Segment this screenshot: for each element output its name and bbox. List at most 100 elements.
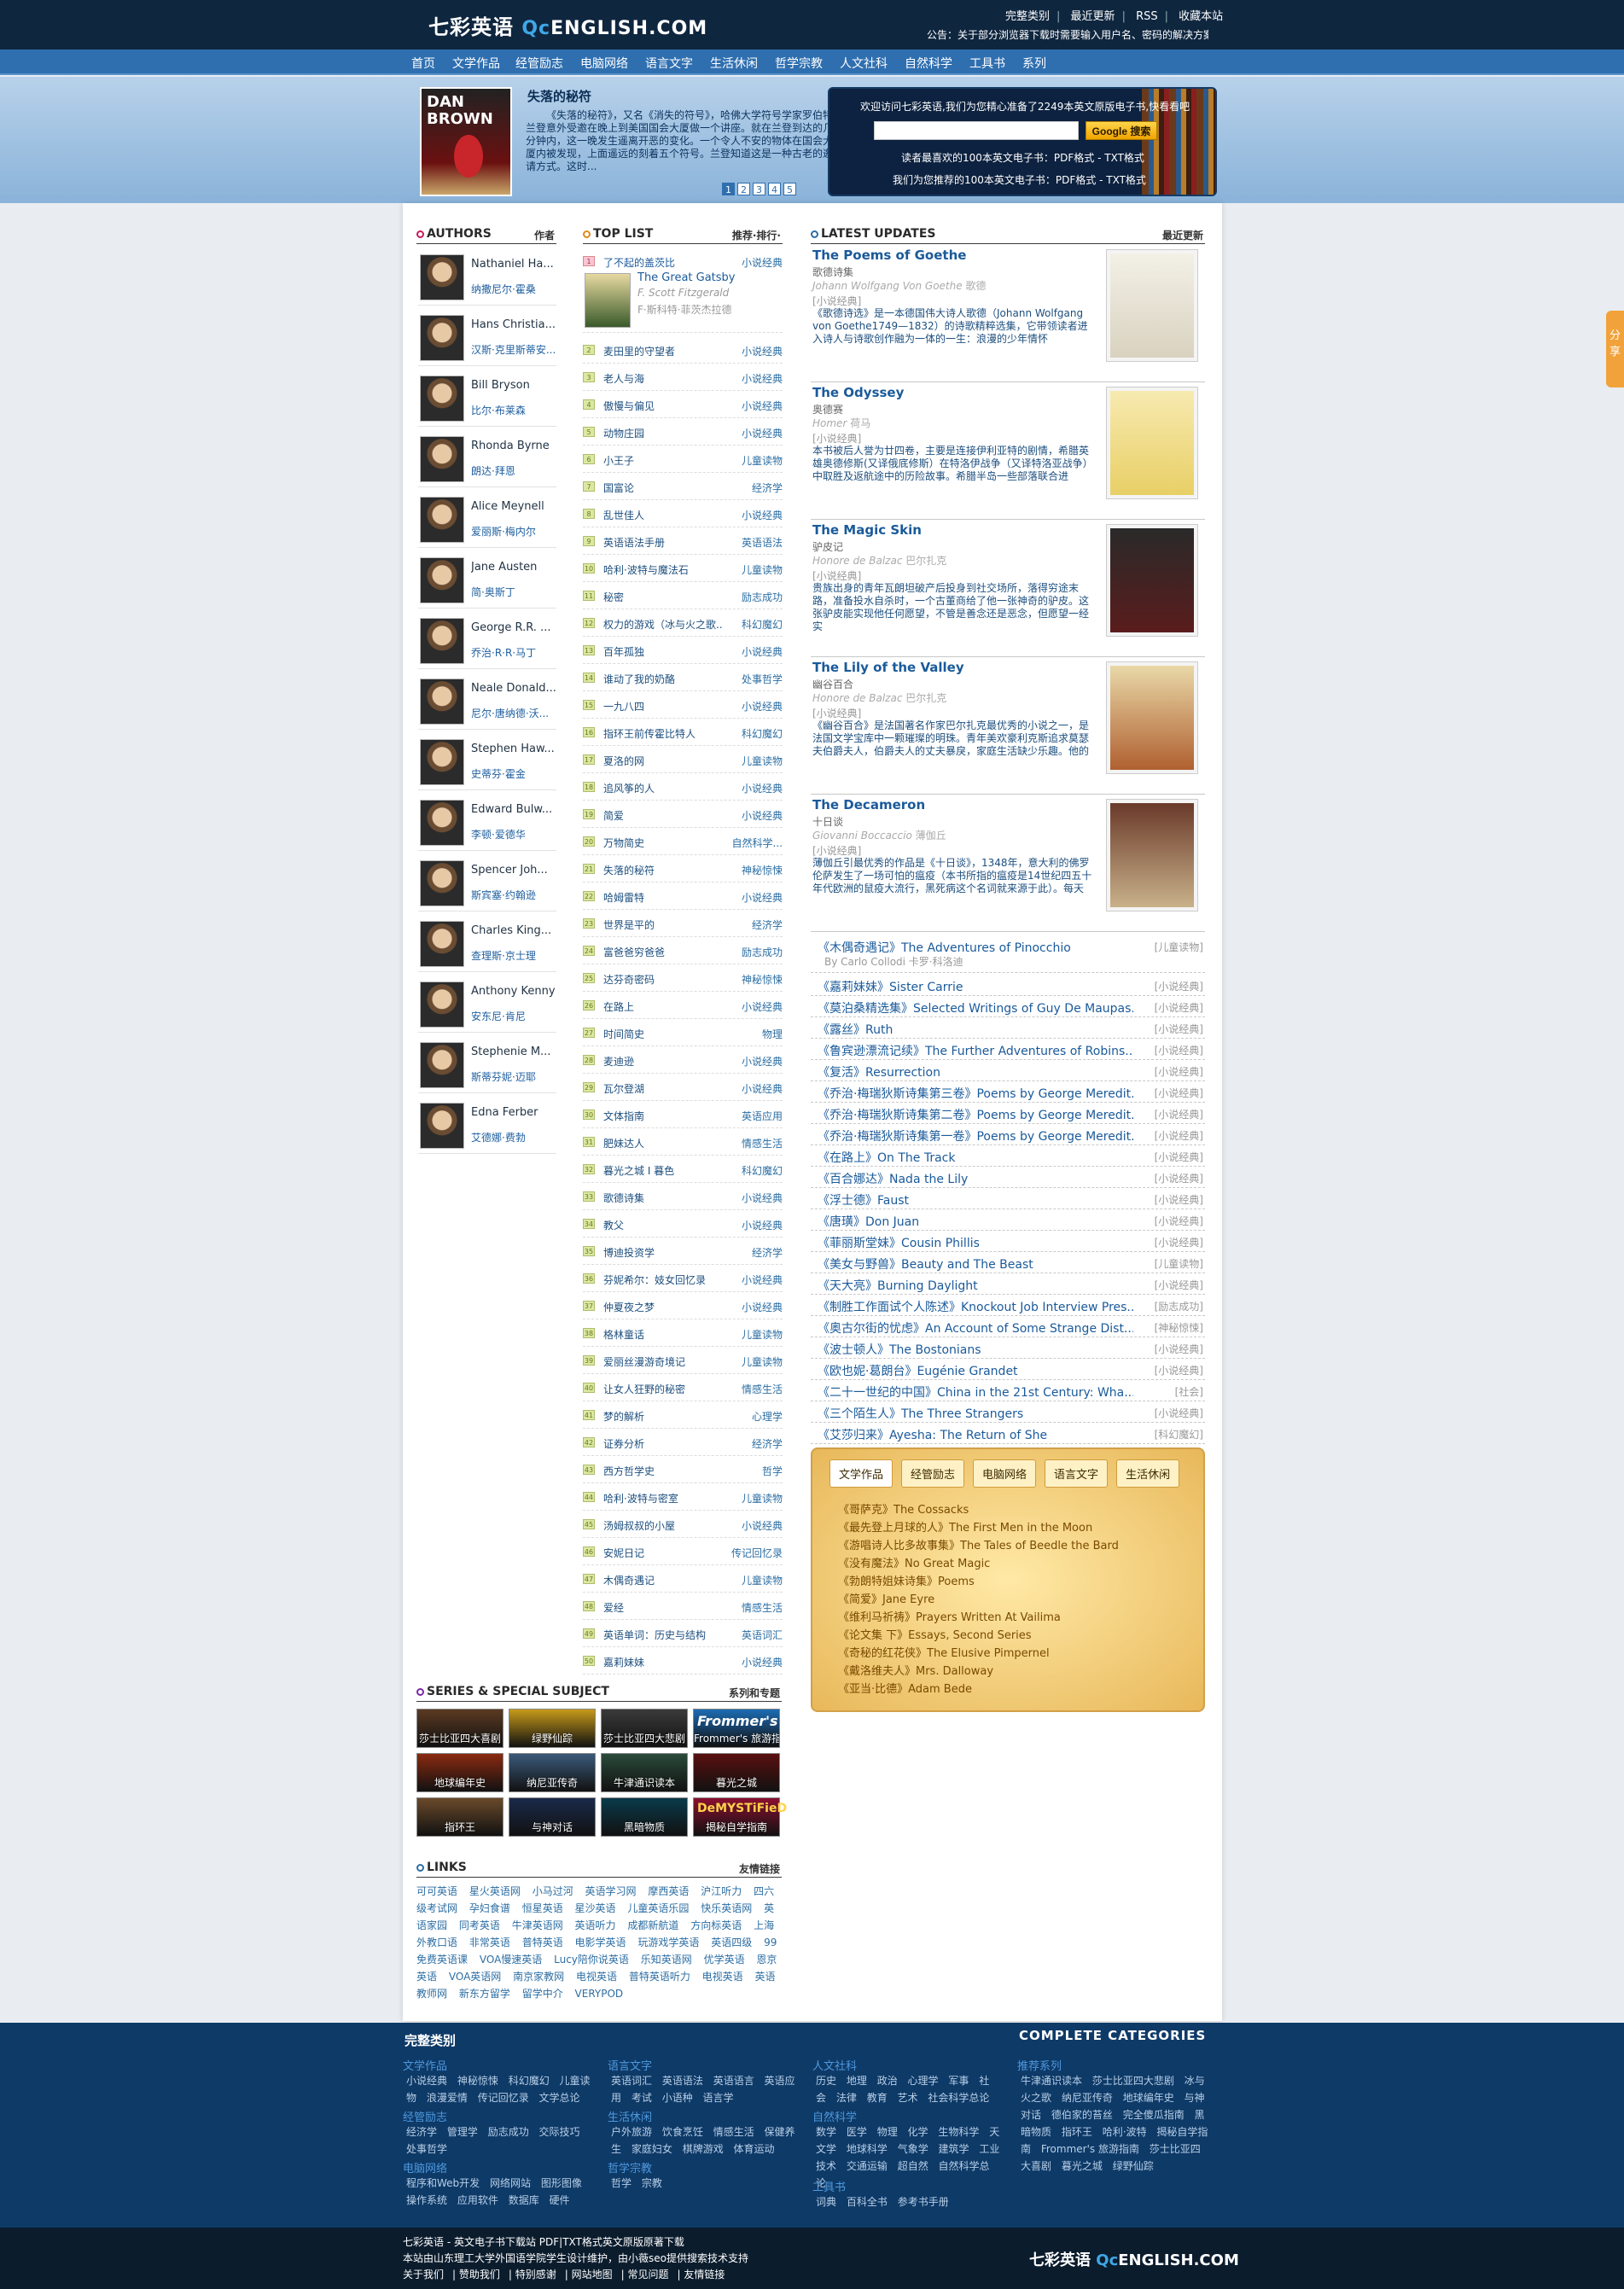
author-name-cn[interactable]: 史蒂芬·霍金: [471, 766, 556, 781]
toplist-item-name[interactable]: 哈姆雷特: [603, 890, 723, 905]
category-tab[interactable]: 语言文字: [1045, 1459, 1109, 1488]
footer-category-link[interactable]: 励志成功: [488, 2126, 529, 2138]
author-name-en[interactable]: Jane Austen: [471, 561, 556, 574]
footer-category-link[interactable]: 纳尼亚传奇: [1062, 2092, 1113, 2104]
author-photo[interactable]: [420, 921, 464, 967]
toplist-item[interactable]: 28 麦迪逊 小说经典: [583, 1046, 783, 1074]
latest-list-item[interactable]: 《浮士德》Faust [小说经典]: [811, 1188, 1205, 1209]
toplist-item[interactable]: 32 暮光之城 I 暮色 科幻魔幻: [583, 1156, 783, 1183]
nav-philosophy[interactable]: 哲学宗教: [775, 55, 823, 72]
toplist-item[interactable]: 37 仲夏夜之梦 小说经典: [583, 1292, 783, 1319]
series-tile[interactable]: 暮光之城: [693, 1753, 780, 1792]
toplist-item-cat[interactable]: 儿童读物: [742, 562, 783, 577]
toplist-item-name[interactable]: 小王子: [603, 453, 723, 468]
author-name-cn[interactable]: 斯蒂芬妮·迈耶: [471, 1069, 556, 1084]
author-item[interactable]: Stephenie M... 斯蒂芬妮·迈耶: [418, 1035, 556, 1093]
toplist-item-cat[interactable]: 励志成功: [742, 590, 783, 604]
friend-link[interactable]: 电视英语: [576, 1971, 617, 1983]
latest-cover[interactable]: [1106, 387, 1198, 499]
friend-link[interactable]: 同考英语: [459, 1919, 500, 1931]
category-book-link[interactable]: 《最先登上月球的人》The First Men in the Moon: [838, 1518, 1092, 1535]
author-photo[interactable]: [420, 315, 464, 361]
category-book-link[interactable]: 《论文集 下》Essays, Second Series: [838, 1626, 1032, 1642]
footer-category-link[interactable]: 浪漫爱情: [427, 2092, 468, 2104]
toplist-item-name[interactable]: 在路上: [603, 999, 723, 1014]
author-name-cn[interactable]: 尼尔·唐纳德·沃...: [471, 706, 556, 720]
category-book-link[interactable]: 《维利马祈祷》Prayers Written At Vailima: [838, 1608, 1061, 1624]
toplist-item-name[interactable]: 格林童话: [603, 1327, 723, 1342]
latest-list-item[interactable]: 《复活》Resurrection [小说经典]: [811, 1060, 1205, 1081]
toplist-item[interactable]: 36 芬妮希尔：妓女回忆录 小说经典: [583, 1265, 783, 1292]
toplist-item-name[interactable]: 英语语法手册: [603, 535, 723, 550]
footer-category-link[interactable]: 百科全书: [847, 2196, 888, 2208]
author-item[interactable]: Nathaniel Ha... 纳撒尼尔·霍桑: [418, 248, 556, 306]
toplist-item[interactable]: 46 安妮日记 传记回忆录: [583, 1538, 783, 1565]
footer-category-link[interactable]: 小语种: [662, 2092, 693, 2104]
toplist-item-cat[interactable]: 小说经典: [742, 508, 783, 522]
latest-item-cat[interactable]: [小说经典]: [1155, 1000, 1203, 1015]
toplist-item-cat[interactable]: 物理: [762, 1027, 783, 1041]
pager-5[interactable]: 5: [783, 183, 796, 195]
nav-literature[interactable]: 文学作品: [452, 55, 500, 72]
author-photo[interactable]: [420, 436, 464, 482]
toplist-item[interactable]: 24 富爸爸穷爸爸 励志成功: [583, 937, 783, 964]
toplist-item-name[interactable]: 动物庄园: [603, 426, 723, 440]
toplist-item-name[interactable]: 麦迪逊: [603, 1054, 723, 1069]
latest-item-title[interactable]: 《美女与野兽》Beauty and The Beast: [818, 1255, 1133, 1273]
toplist-item-name[interactable]: 安妮日记: [603, 1546, 723, 1560]
latest-item-title[interactable]: 《鲁宾逊漂流记续》The Further Adventures of Robin…: [818, 1042, 1133, 1059]
toplist-item-name[interactable]: 简爱: [603, 808, 723, 823]
toplist-item[interactable]: 39 爱丽丝漫游奇境记 儿童读物: [583, 1347, 783, 1374]
footer-category-link[interactable]: 哈利·波特: [1103, 2126, 1147, 2138]
latest-list-item[interactable]: 《嘉莉妹妹》Sister Carrie [小说经典]: [811, 975, 1205, 996]
footer-category-link[interactable]: 英语词汇: [611, 2075, 652, 2087]
friend-link[interactable]: 恒星英语: [522, 1902, 563, 1914]
author-name-cn[interactable]: 纳撒尼尔·霍桑: [471, 282, 556, 296]
footer-category-link[interactable]: 数据库: [509, 2194, 539, 2206]
footer-category-head[interactable]: 工具书: [812, 2178, 846, 2194]
latest-item-title[interactable]: 《嘉莉妹妹》Sister Carrie: [818, 978, 1133, 995]
toplist-item-name[interactable]: 麦田里的守望者: [603, 344, 723, 358]
category-book-link[interactable]: 《亚当·比德》Adam Bede: [838, 1680, 972, 1696]
toplist-item-cat[interactable]: 情感生活: [742, 1600, 783, 1615]
toplist-item-name[interactable]: 爱经: [603, 1600, 723, 1615]
latest-list-item[interactable]: 《三个陌生人》The Three Strangers [小说经典]: [811, 1401, 1205, 1423]
toplist-item-cat[interactable]: 经济学: [752, 917, 783, 932]
pager-4[interactable]: 4: [768, 183, 781, 195]
toplist-item[interactable]: 49 英语单词：历史与结构 英语词汇: [583, 1620, 783, 1647]
toplist-item-cat[interactable]: 科幻魔幻: [742, 617, 783, 632]
latest-cat[interactable]: [小说经典]: [812, 843, 861, 858]
footer-category-link[interactable]: 交通运输: [847, 2160, 888, 2172]
toplist-item[interactable]: 19 简爱 小说经典: [583, 801, 783, 828]
category-book-link[interactable]: 《没有魔法》No Great Magic: [838, 1554, 990, 1570]
latest-list-item[interactable]: 《木偶奇遇记》The Adventures of Pinocchio [儿童读物…: [811, 935, 1205, 973]
toplist-item-name[interactable]: 时间简史: [603, 1027, 723, 1041]
category-book-link[interactable]: 《游唱诗人比多故事集》The Tales of Beedle the Bard: [838, 1536, 1119, 1552]
toplist-item-cat[interactable]: 小说经典: [742, 644, 783, 659]
footer-category-link[interactable]: 英语语法: [662, 2075, 703, 2087]
toplist-item-name[interactable]: 瓦尔登湖: [603, 1081, 723, 1096]
toplist-item-name[interactable]: 证券分析: [603, 1436, 723, 1451]
toplist-item[interactable]: 45 汤姆叔叔的小屋 小说经典: [583, 1511, 783, 1538]
toplist-item-name[interactable]: 歌德诗集: [603, 1191, 723, 1205]
author-photo[interactable]: [420, 497, 464, 543]
latest-item-cat[interactable]: [小说经典]: [1155, 979, 1203, 993]
friend-link[interactable]: 非常英语: [469, 1937, 510, 1948]
author-photo[interactable]: [420, 557, 464, 603]
toplist-item[interactable]: 22 哈姆雷特 小说经典: [583, 882, 783, 910]
latest-item-title[interactable]: 《复活》Resurrection: [818, 1063, 1133, 1080]
footer-category-link[interactable]: 历史: [816, 2075, 836, 2087]
footer-category-link[interactable]: 神秘惊悚: [457, 2075, 498, 2087]
footer-category-link[interactable]: 应用软件: [457, 2194, 498, 2206]
friend-link[interactable]: 新东方留学: [459, 1988, 510, 2000]
latest-cat[interactable]: [小说经典]: [812, 706, 861, 720]
series-tile[interactable]: 与神对话: [509, 1797, 596, 1837]
toplist-first-cat[interactable]: 小说经典: [742, 255, 783, 270]
latest-item-title[interactable]: 《欧也妮·葛朗台》Eugénie Grandet: [818, 1362, 1133, 1379]
toplist-item[interactable]: 7 国富论 经济学: [583, 473, 783, 500]
latest-item-title[interactable]: 《菲丽斯堂妹》Cousin Phillis: [818, 1234, 1133, 1251]
author-item[interactable]: Rhonda Byrne 朗达·拜恩: [418, 429, 556, 487]
category-tab[interactable]: 电脑网络: [973, 1459, 1037, 1488]
footer-category-link[interactable]: 地理: [847, 2075, 867, 2087]
latest-title-en[interactable]: The Decameron: [812, 797, 925, 813]
